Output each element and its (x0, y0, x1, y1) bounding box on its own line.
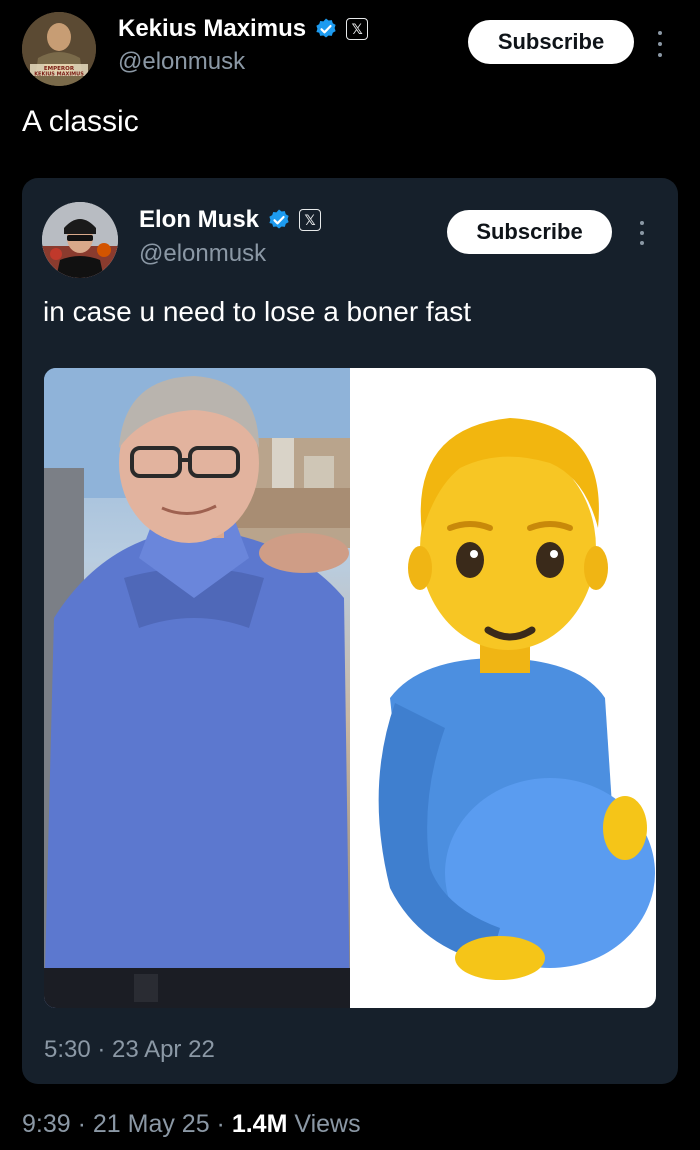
quoted-post-timestamp[interactable]: 5:30 · 23 Apr 22 (44, 1036, 215, 1064)
post-text: A classic (22, 105, 139, 138)
more-options-icon[interactable] (650, 28, 670, 60)
avatar-caption-line2: KEKIUS MAXIMUS (34, 72, 84, 78)
post-meta: 9:39 · 21 May 25 · 1.4M Views (22, 1110, 361, 1139)
quoted-author-name-row[interactable]: Elon Musk 𝕏 (139, 206, 322, 234)
quoted-post-media[interactable] (44, 368, 656, 1008)
subscribe-button[interactable]: Subscribe (468, 20, 634, 64)
verified-badge-icon (316, 18, 336, 38)
avatar-image (42, 202, 118, 278)
author-name-row[interactable]: Kekius Maximus 𝕏 (118, 15, 369, 43)
post: EMPEROR KEKIUS MAXIMUS Kekius Maximus 𝕏 … (0, 0, 700, 1150)
x-logo-icon: 𝕏 (346, 18, 369, 40)
author-avatar[interactable]: EMPEROR KEKIUS MAXIMUS (22, 12, 96, 86)
author-handle[interactable]: @elonmusk (118, 48, 245, 76)
quoted-more-options-icon[interactable] (632, 218, 652, 248)
media-pregnant-man-emoji[interactable] (350, 368, 656, 1008)
quoted-author-handle[interactable]: @elonmusk (139, 240, 266, 268)
views-count[interactable]: 1.4M (232, 1110, 288, 1138)
quoted-post-card[interactable]: Elon Musk 𝕏 @elonmusk Subscribe in case … (22, 178, 678, 1084)
quoted-author-display-name[interactable]: Elon Musk (139, 206, 259, 234)
views-label: Views (287, 1110, 361, 1138)
x-logo-icon: 𝕏 (299, 209, 322, 231)
media-photo-man-blue-polo[interactable] (44, 368, 350, 1008)
verified-badge-icon (269, 209, 289, 229)
quoted-post-text: in case u need to lose a boner fast (43, 296, 472, 327)
avatar-image: EMPEROR KEKIUS MAXIMUS (22, 12, 96, 86)
quoted-subscribe-button[interactable]: Subscribe (447, 210, 612, 254)
quoted-author-avatar[interactable] (42, 202, 118, 278)
photo-illustration (44, 368, 350, 1008)
post-timestamp[interactable]: 9:39 · 21 May 25 · (22, 1110, 232, 1138)
author-display-name[interactable]: Kekius Maximus (118, 15, 306, 43)
pregnant-man-emoji-icon (378, 418, 655, 980)
